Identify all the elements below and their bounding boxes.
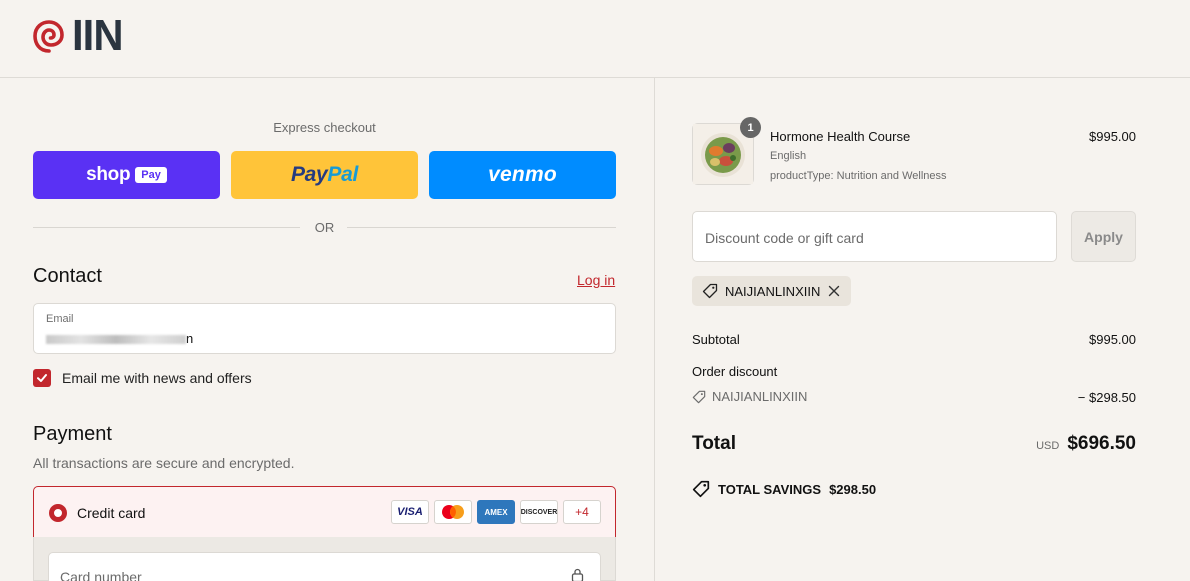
amex-icon: AMEX <box>477 500 515 524</box>
discount-placeholder: Discount code or gift card <box>705 230 864 246</box>
product-type: productType: Nutrition and Wellness <box>770 170 947 182</box>
redacted-email <box>46 335 186 345</box>
discover-icon: DISCOVER <box>520 500 558 524</box>
product-name: Hormone Health Course <box>770 129 911 144</box>
venmo-button[interactable]: venmo <box>429 151 616 199</box>
paypal-button[interactable]: PayPal <box>231 151 418 199</box>
or-text: OR <box>314 220 335 235</box>
email-value-end: n <box>186 331 194 346</box>
product-language: English <box>770 150 807 162</box>
order-summary: 1 Hormone Health Course English productT… <box>655 79 1190 581</box>
iin-logo[interactable]: IIN <box>32 11 125 60</box>
remove-discount-icon[interactable] <box>827 284 841 298</box>
checkout-form: Express checkout shop Pay PayPal venmo O… <box>0 79 654 581</box>
card-brand-list: VISA AMEX DISCOVER +4 <box>391 500 601 524</box>
applied-discount-chip: NAIJIANLINXIIN <box>692 276 852 306</box>
logo-text: IIN <box>72 11 124 60</box>
payment-heading: Payment <box>33 423 112 445</box>
email-field[interactable]: Email n <box>33 303 616 354</box>
paypal-logo-part1: Pay <box>290 163 328 186</box>
order-discount-code: NAIJIANLINXIIN <box>692 389 807 404</box>
apply-discount-button[interactable]: Apply <box>1071 211 1136 262</box>
express-checkout-title: Express checkout <box>273 120 376 135</box>
order-discount-label: Order discount <box>692 364 778 379</box>
more-brands-badge: +4 <box>563 500 601 524</box>
subtotal-label: Subtotal <box>692 332 740 347</box>
shop-pay-badge: Pay <box>135 167 167 183</box>
or-divider: OR <box>33 219 616 235</box>
card-number-placeholder: Card number <box>60 569 142 581</box>
total-savings: TOTAL SAVINGS $298.50 <box>692 480 876 498</box>
login-link[interactable]: Log in <box>577 272 615 288</box>
applied-code-text: NAIJIANLINXIIN <box>725 283 821 299</box>
contact-heading: Contact <box>33 265 102 287</box>
marketing-label: Email me with news and offers <box>62 370 252 386</box>
tag-icon <box>702 283 718 299</box>
mastercard-icon <box>434 500 472 524</box>
lock-icon <box>571 568 584 581</box>
card-number-input[interactable]: Card number <box>48 552 601 581</box>
credit-card-option[interactable]: Credit card VISA AMEX DISCOVER +4 <box>33 486 616 538</box>
total-amount: $696.50 <box>1067 433 1136 454</box>
payment-subtitle: All transactions are secure and encrypte… <box>33 455 295 471</box>
total-value: USD $696.50 <box>1036 433 1136 455</box>
email-label: Email <box>46 313 74 325</box>
order-discount-code-text: NAIJIANLINXIIN <box>712 389 808 404</box>
order-discount-value: − $298.50 <box>1077 390 1136 405</box>
marketing-checkbox[interactable] <box>33 369 51 387</box>
savings-label: TOTAL SAVINGS <box>718 481 822 497</box>
shop-pay-button[interactable]: shop Pay <box>33 151 220 199</box>
currency-code: USD <box>1036 440 1060 452</box>
email-value: n <box>46 331 193 346</box>
quantity-badge: 1 <box>740 117 761 138</box>
product-price: $995.00 <box>1089 129 1136 144</box>
marketing-opt-in[interactable]: Email me with news and offers <box>33 369 252 387</box>
discount-code-input[interactable]: Discount code or gift card <box>692 211 1057 262</box>
swirl-logo-icon <box>33 20 64 53</box>
checkmark-icon <box>37 374 47 382</box>
site-header: IIN <box>0 0 1190 78</box>
savings-tag-icon <box>692 480 710 498</box>
total-label: Total <box>692 433 736 454</box>
visa-icon: VISA <box>391 500 429 524</box>
tag-icon <box>692 390 706 403</box>
credit-card-radio[interactable] <box>49 504 67 522</box>
subtotal-value: $995.00 <box>1089 332 1136 347</box>
paypal-logo-part2: Pal <box>327 163 359 186</box>
savings-value: $298.50 <box>829 481 877 497</box>
credit-card-label: Credit card <box>77 505 146 521</box>
venmo-logo: venmo <box>488 163 557 186</box>
paypal-logo: PayPal <box>291 163 358 187</box>
shop-word: shop <box>86 164 131 185</box>
